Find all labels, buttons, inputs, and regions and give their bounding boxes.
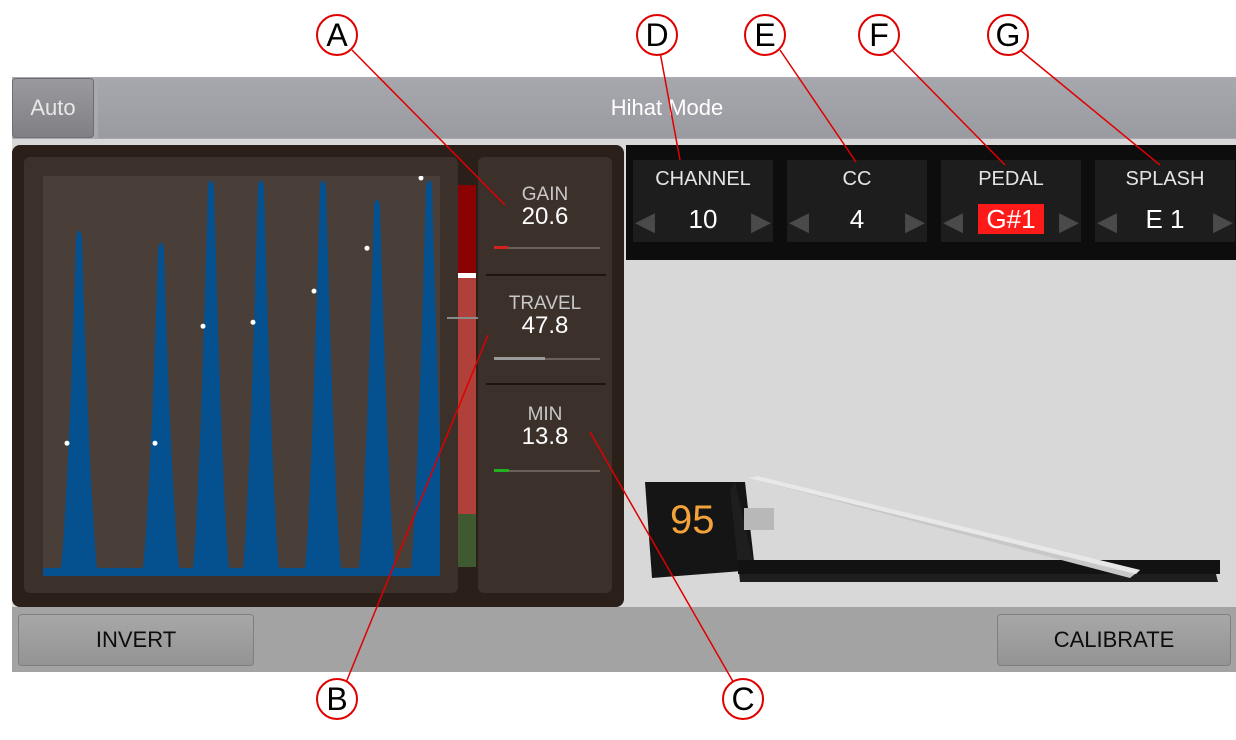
callout-d: D	[636, 14, 678, 56]
callout-g: G	[987, 14, 1029, 56]
callout-e: E	[744, 14, 786, 56]
callout-a: A	[316, 14, 358, 56]
callout-f: F	[858, 14, 900, 56]
callout-lines	[344, 49, 1161, 686]
callout-c: C	[722, 678, 764, 720]
callout-b: B	[316, 678, 358, 720]
